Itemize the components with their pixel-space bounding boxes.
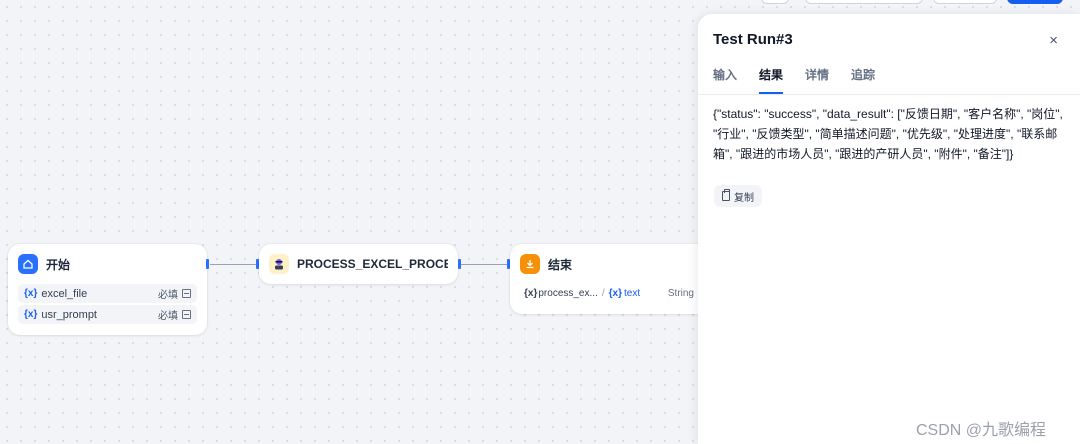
output-separator: /	[601, 288, 605, 299]
toolbar-button[interactable]	[805, 0, 923, 4]
edge-process-end	[461, 264, 509, 265]
tab-details[interactable]: 详情	[805, 66, 829, 94]
tab-trace[interactable]: 追踪	[851, 66, 875, 94]
tab-result[interactable]: 结果	[759, 66, 784, 94]
variable-row[interactable]: {x} excel_file 必填	[18, 284, 197, 303]
copy-button[interactable]: 复制	[714, 185, 762, 207]
copy-label: 复制	[734, 192, 754, 204]
end-node[interactable]: 结束 {x} process_ex... / {x} text String	[510, 244, 710, 314]
variable-name: usr_prompt	[41, 308, 97, 321]
variable-icon: {x}	[524, 288, 538, 299]
output-variable-name: text	[623, 288, 641, 299]
close-icon[interactable]: ×	[1049, 32, 1058, 49]
toolbar-button[interactable]	[761, 0, 789, 4]
end-icon	[520, 254, 540, 274]
variable-icon: {x}	[24, 288, 38, 299]
variable-icon: {x}	[24, 309, 38, 320]
toolbar-primary-button[interactable]	[1007, 0, 1063, 4]
edge-start-process	[210, 264, 258, 265]
required-label: 必填	[158, 311, 178, 322]
watermark: CSDN @九歌编程	[916, 422, 1047, 439]
variable-name: excel_file	[41, 287, 88, 300]
end-node-title: 结束	[548, 257, 573, 272]
panel-tabs: 输入 结果 详情 追踪	[713, 66, 897, 94]
start-node-title: 开始	[46, 257, 71, 272]
clipboard-icon	[722, 189, 730, 201]
tab-input[interactable]: 输入	[713, 66, 737, 94]
toolbar-button[interactable]	[933, 0, 997, 4]
variable-icon: {x}	[608, 288, 622, 299]
test-run-panel: Test Run#3 × 输入 结果 详情 追踪 {"status": "suc…	[698, 14, 1080, 444]
variable-row[interactable]: {x} usr_prompt 必填	[18, 305, 197, 324]
process-output-handle[interactable]	[458, 259, 461, 269]
output-source: process_ex...	[538, 288, 598, 299]
home-icon	[18, 254, 38, 274]
process-node[interactable]: PROCESS_EXCEL_PROCESS_	[259, 244, 458, 284]
output-variable-row[interactable]: {x} process_ex... / {x} text String	[520, 284, 700, 303]
output-type: String	[667, 288, 694, 299]
required-label: 必填	[158, 290, 178, 301]
start-node[interactable]: 开始 {x} excel_file 必填 {x} usr_prompt 必填	[8, 244, 207, 335]
start-output-handle[interactable]	[206, 259, 209, 269]
file-type-icon	[182, 289, 191, 298]
panel-title: Test Run#3	[713, 31, 793, 48]
result-output: {"status": "success", "data_result": ["反…	[713, 107, 1063, 161]
agent-avatar-icon	[269, 254, 289, 274]
text-type-icon	[182, 310, 191, 319]
divider	[698, 94, 1080, 95]
process-node-title: PROCESS_EXCEL_PROCESS_	[297, 257, 448, 271]
